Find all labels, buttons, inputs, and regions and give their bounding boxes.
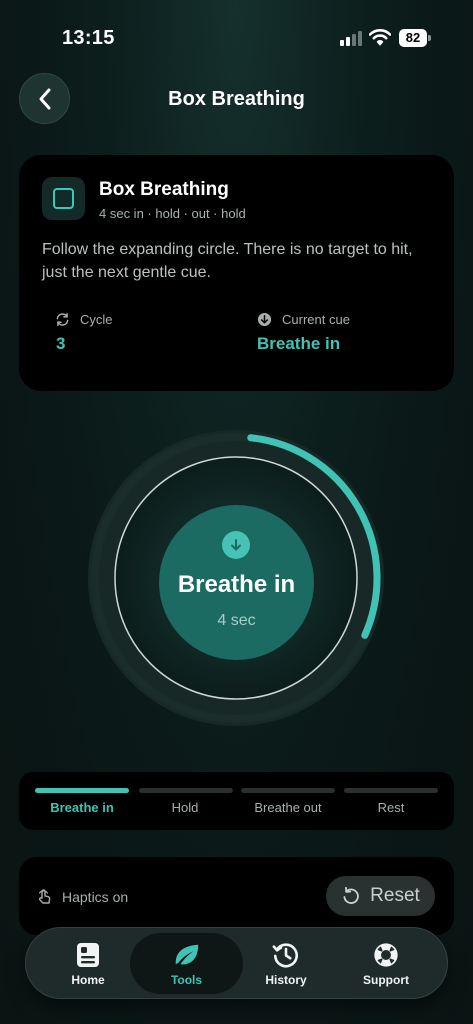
cellular-signal-icon [340,30,362,46]
status-time: 13:15 [62,27,115,49]
tab-tools[interactable]: Tools [130,933,243,994]
arrow-down-circle-icon [257,312,272,327]
cycle-value: 3 [56,334,66,353]
tab-history-label: History [265,972,307,987]
battery-icon: 82 [399,29,431,47]
reset-icon [343,886,359,904]
tap-icon [38,889,51,904]
arrow-down-icon [222,531,250,559]
tab-bar: Home Tools History Support [25,927,448,999]
controls-card: Haptics on Reset [19,857,454,935]
exercise-description: Follow the expanding circle. There is no… [42,241,413,281]
phase-segment-rest [344,788,438,793]
phase-segment-hold [139,788,233,793]
phase-track: Breathe in Hold Breathe out Rest [19,772,454,830]
leaf-icon [173,941,201,969]
current-cue-value: Breathe in [257,334,341,353]
phase-segment-breathe-out [241,788,335,793]
tab-home-label: Home [71,972,105,987]
tab-history[interactable]: History [236,933,336,994]
phase-label-hold: Hold [171,800,199,815]
exercise-subtitle: 4 sec in · hold · out · hold [99,206,246,221]
reset-button[interactable]: Reset [326,876,435,916]
square-icon [42,177,85,220]
tab-home[interactable]: Home [38,933,138,994]
home-card-icon [74,941,102,969]
exercise-title: Box Breathing [99,179,229,200]
phase-label: Breathe in [177,571,296,598]
cycle-stat: Cycle [55,312,113,327]
tab-support-label: Support [363,972,409,987]
status-bar: 13:15 82 [0,0,473,60]
reset-label: Reset [370,885,420,906]
current-cue-stat: Current cue [257,312,350,327]
lifebuoy-icon [372,941,400,969]
current-cue-label: Current cue [282,312,350,327]
phase-seconds: 4 sec [217,612,256,629]
tab-support[interactable]: Support [336,933,436,994]
history-icon [272,941,300,969]
haptics-label: Haptics on [62,888,129,905]
page-title: Box Breathing [168,88,305,110]
haptics-toggle[interactable]: Haptics on [37,888,128,905]
repeat-icon [56,312,69,327]
phase-segment-breathe-in [35,788,129,793]
battery-level: 82 [399,29,427,47]
exercise-info-card: Box Breathing 4 sec in · hold · out · ho… [19,155,454,391]
wifi-icon [369,29,391,46]
cycle-label: Cycle [80,312,113,327]
tab-tools-label: Tools [170,972,203,987]
phase-label-breathe-in: Breathe in [50,800,114,815]
phase-label-rest: Rest [377,800,405,815]
phase-label-breathe-out: Breathe out [254,800,322,815]
